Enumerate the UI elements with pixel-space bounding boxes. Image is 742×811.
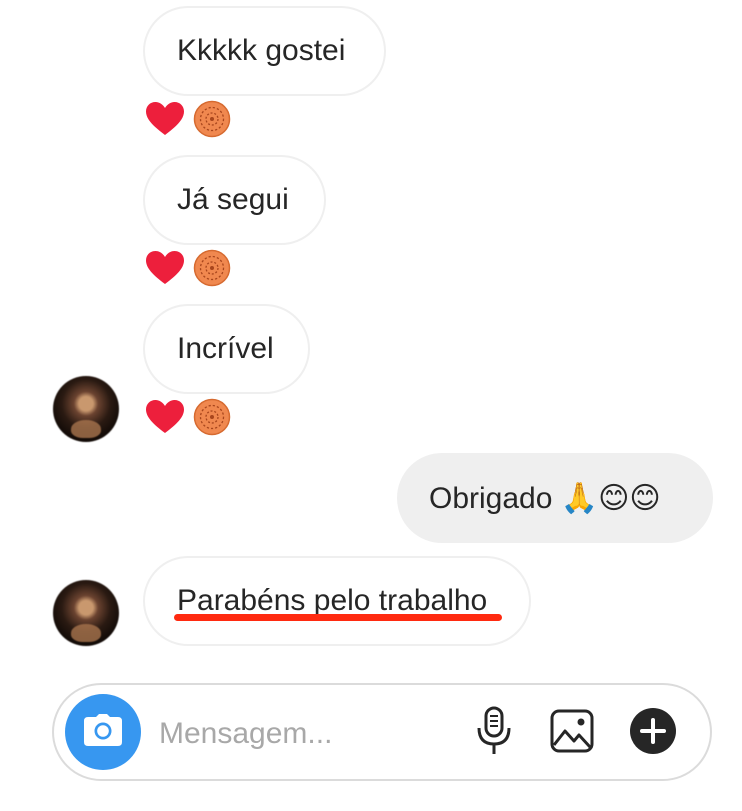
message-composer <box>52 683 712 781</box>
microphone-button[interactable] <box>472 706 516 761</box>
message-text: Já segui <box>177 183 289 216</box>
gallery-icon <box>550 709 594 758</box>
red-underline-annotation <box>174 614 502 621</box>
heart-icon <box>145 399 185 435</box>
message-bubble-incoming[interactable]: Já segui <box>143 155 326 245</box>
message-text: Kkkkk gostei <box>177 34 346 67</box>
plus-icon <box>629 707 677 760</box>
message-input[interactable] <box>157 709 461 759</box>
message-text: Parabéns pelo trabalho <box>177 584 488 617</box>
message-reactions[interactable] <box>145 397 231 437</box>
avatar[interactable] <box>53 376 119 442</box>
message-bubble-outgoing[interactable]: Obrigado 🙏😊😊 <box>397 453 713 543</box>
donut-emoji-icon <box>193 398 231 436</box>
donut-emoji-icon <box>193 249 231 287</box>
heart-icon <box>145 250 185 286</box>
donut-emoji-icon <box>193 100 231 138</box>
gallery-button[interactable] <box>549 709 595 758</box>
message-text: Obrigado 🙏😊😊 <box>429 481 661 515</box>
camera-icon <box>83 713 123 752</box>
message-reactions[interactable] <box>145 248 231 288</box>
message-bubble-incoming[interactable]: Incrível <box>143 304 310 394</box>
message-bubble-incoming[interactable]: Kkkkk gostei <box>143 6 386 96</box>
message-bubble-incoming[interactable]: Parabéns pelo trabalho <box>143 556 531 646</box>
message-reactions[interactable] <box>145 99 231 139</box>
message-text: Incrível <box>177 332 274 365</box>
heart-icon <box>145 101 185 137</box>
avatar[interactable] <box>53 580 119 646</box>
camera-button[interactable] <box>65 694 141 770</box>
microphone-icon <box>476 706 512 761</box>
plus-button[interactable] <box>628 707 678 760</box>
